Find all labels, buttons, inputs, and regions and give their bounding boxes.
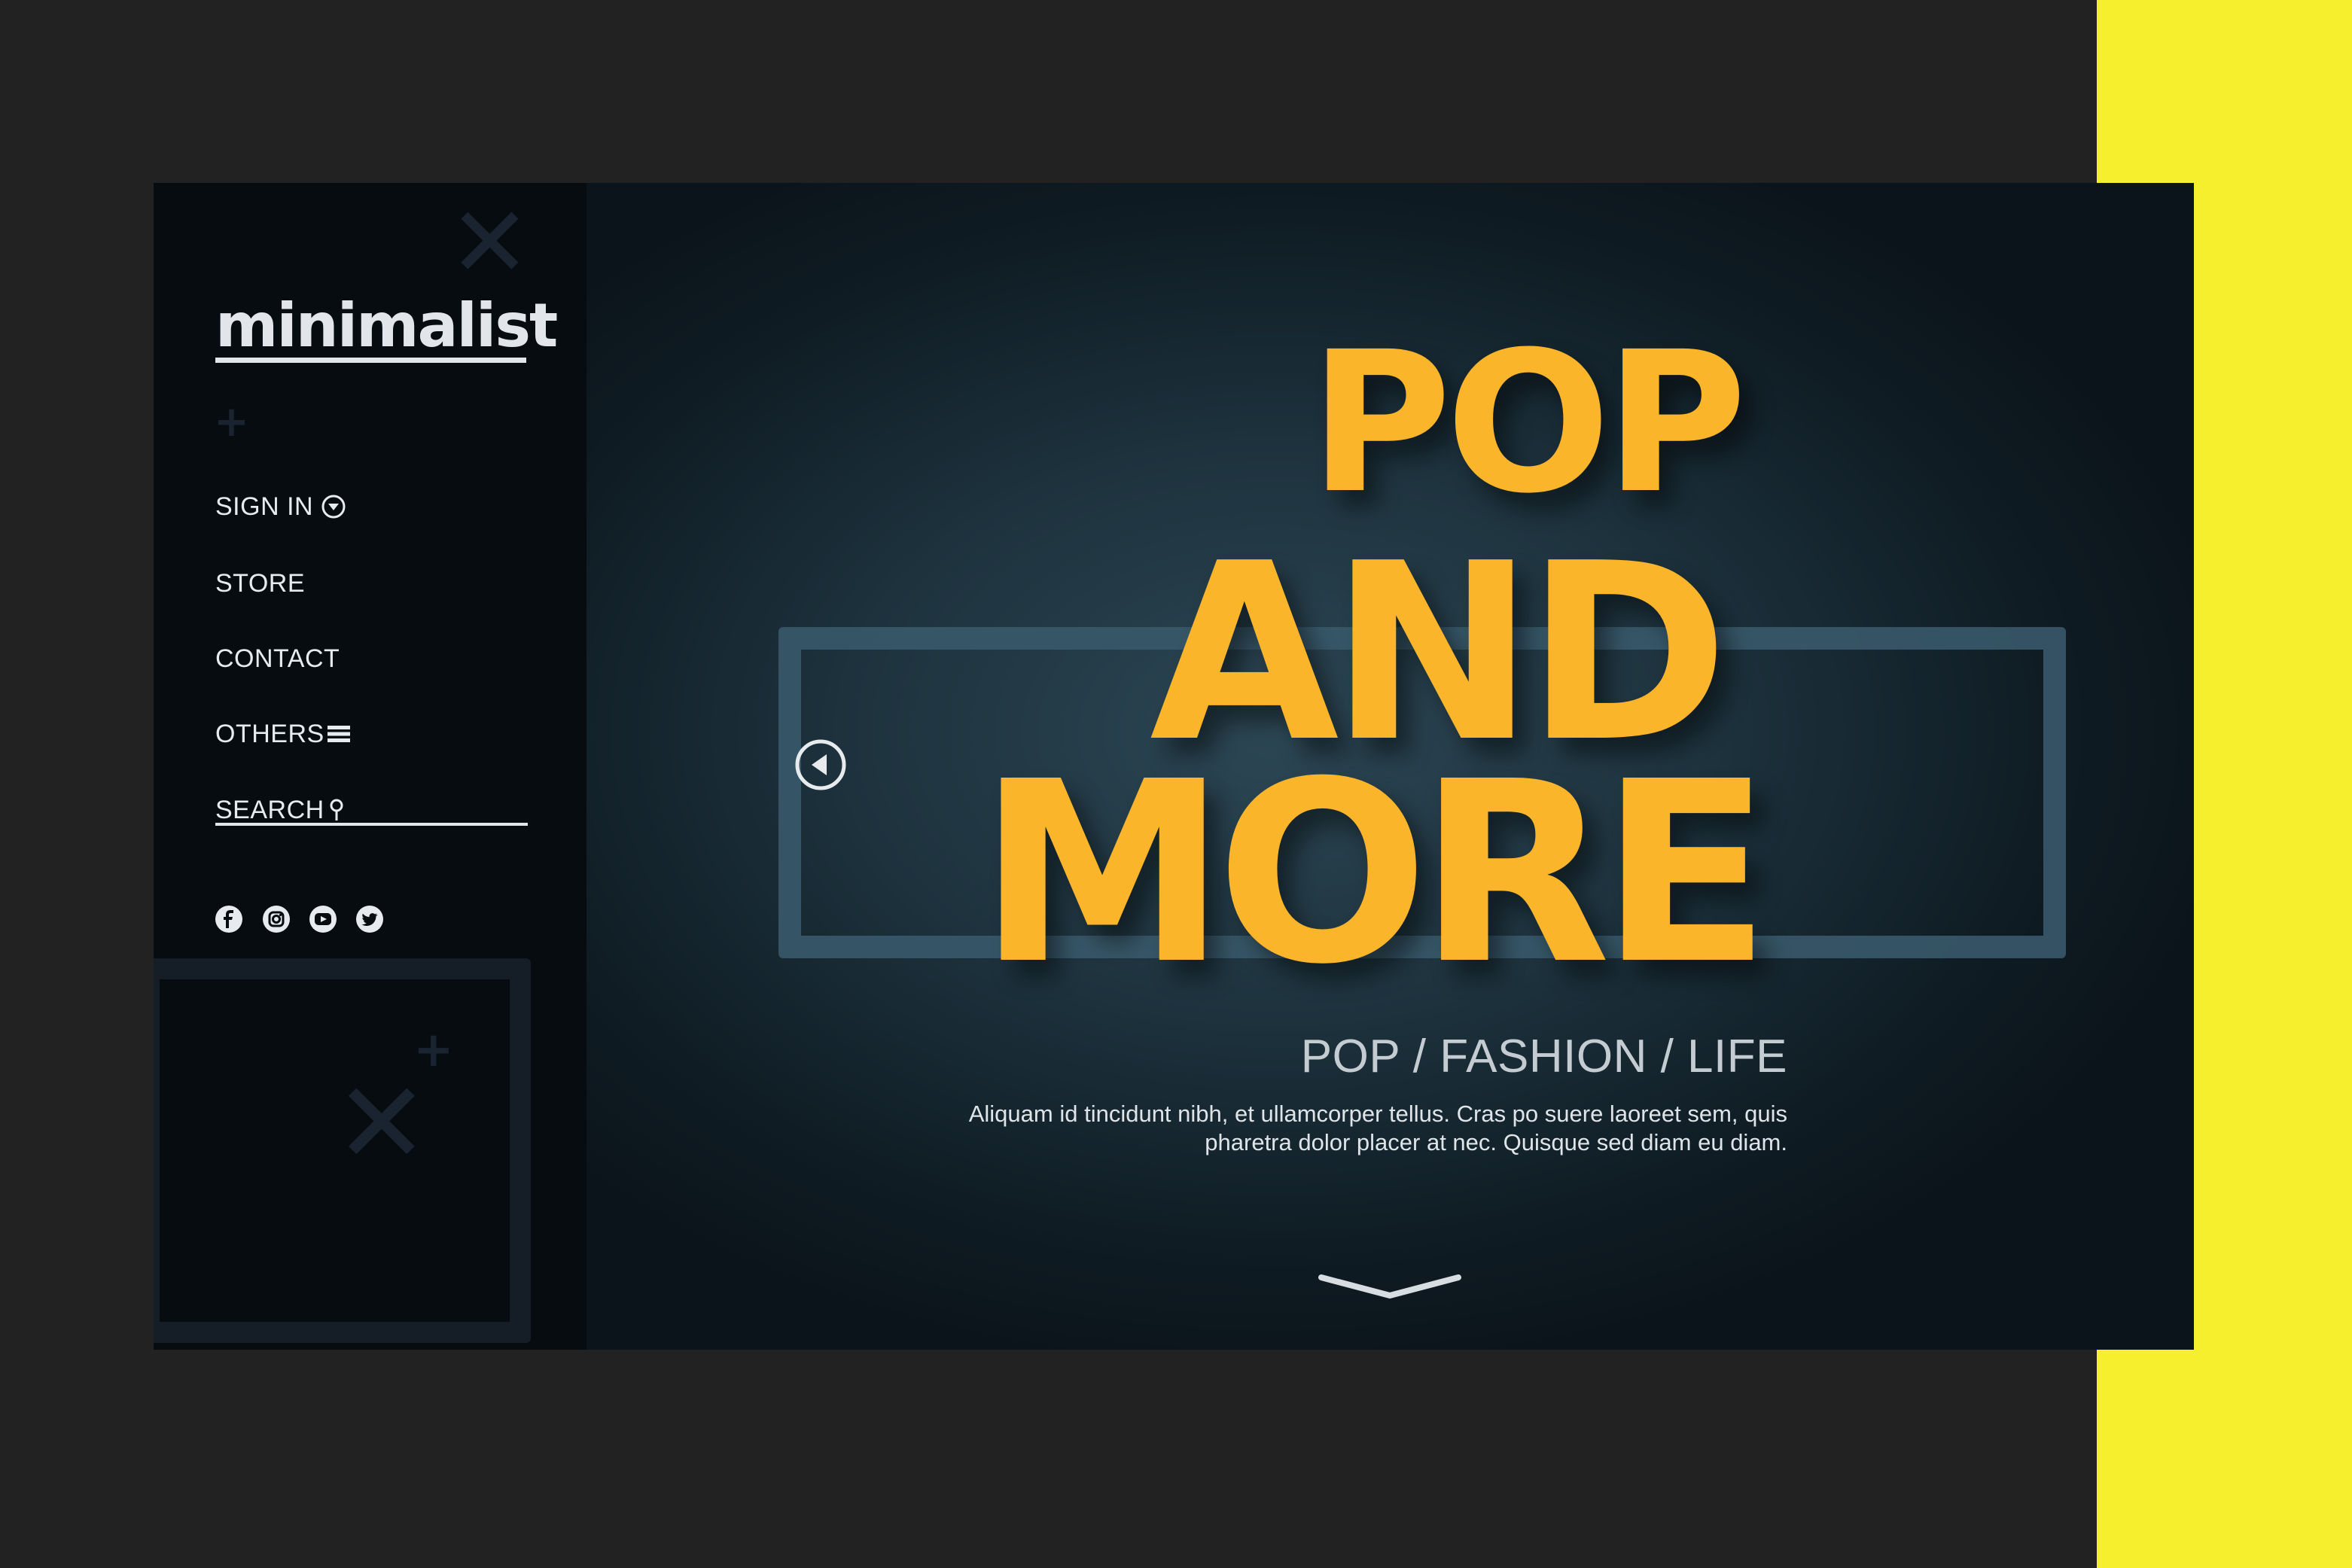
- nav-store-label: STORE: [215, 569, 306, 598]
- decorative-plus-icon: +: [214, 397, 249, 446]
- hero-section: POP AND MORE POP / FASHION / LIFE Aliqua…: [586, 183, 2194, 1350]
- chevron-down-icon[interactable]: [1318, 1271, 1461, 1302]
- decorative-x-icon: ✕: [449, 185, 531, 300]
- twitter-icon[interactable]: [355, 904, 385, 934]
- logo-underline: [215, 358, 526, 363]
- hero-title-line-1: POP: [1309, 310, 1747, 536]
- arrow-left-circle-icon[interactable]: [794, 738, 848, 792]
- brand-logo[interactable]: minimalist: [215, 291, 558, 363]
- search-underline: [215, 823, 528, 826]
- logo-text: minimalist: [215, 291, 558, 361]
- youtube-icon[interactable]: [308, 904, 338, 934]
- nav-others-label: OTHERS: [215, 720, 324, 748]
- nav-sign-in-label: SIGN IN: [215, 492, 314, 521]
- nav-store[interactable]: STORE: [215, 565, 547, 602]
- chevron-down-circle-icon: [321, 495, 346, 519]
- nav-contact[interactable]: CONTACT: [215, 640, 547, 677]
- nav-others[interactable]: OTHERS: [215, 715, 547, 753]
- menu-icon: [327, 726, 350, 742]
- decorative-plus-icon: +: [413, 1022, 454, 1078]
- nav-sign-in[interactable]: SIGN IN: [215, 488, 547, 525]
- search-icon: [330, 799, 343, 821]
- decorative-x-icon: ✕: [334, 1058, 429, 1189]
- landing-page-frame: ✕ + ✕ + minimalist SIGN IN STORE CONTACT…: [154, 183, 2194, 1350]
- sidebar: ✕ + ✕ + minimalist SIGN IN STORE CONTACT…: [154, 183, 586, 1350]
- hero-title-line-3: MORE: [978, 729, 1771, 1019]
- instagram-icon[interactable]: [261, 904, 291, 934]
- hero-body-text: Aliquam id tincidunt nibh, et ullamcorpe…: [968, 1101, 1787, 1155]
- hero-tagline: POP / FASHION / LIFE: [1300, 1031, 1787, 1082]
- nav-contact-label: CONTACT: [215, 644, 340, 673]
- facebook-icon[interactable]: [214, 904, 244, 934]
